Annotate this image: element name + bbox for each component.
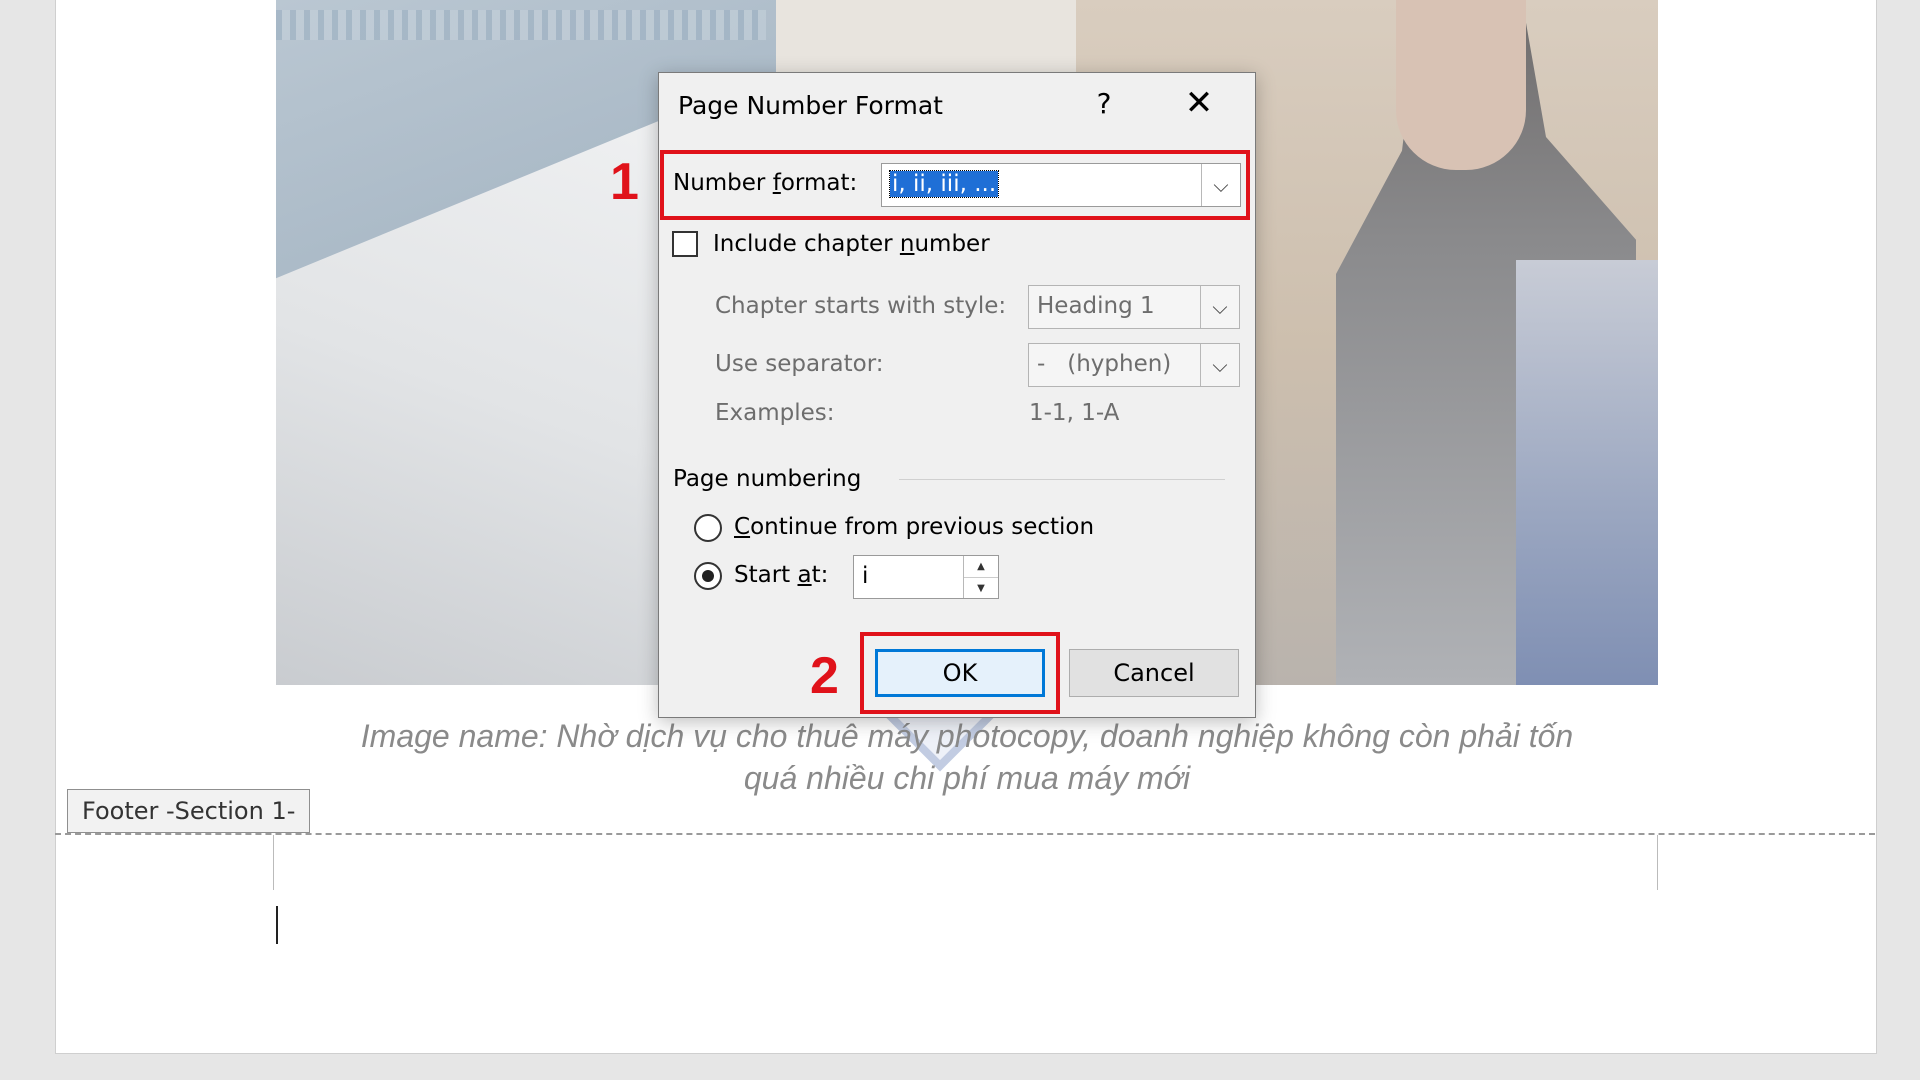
caption-line-2: quá nhiều chi phí mua máy mới [743,760,1191,796]
number-format-value-wrap: i, ii, iii, ... [888,170,1000,198]
image-caption: Image name: Nhờ dịch vụ cho thuê máy pho… [276,715,1658,799]
photo-blinds [276,10,766,40]
include-chapter-label-pre: Include chapter [713,231,900,257]
spin-down-icon[interactable]: ▼ [964,578,998,599]
include-chapter-label-post: umber [914,231,990,257]
start-at-value: i [862,563,869,589]
start-at-label-pre: Start [734,562,798,588]
ok-button[interactable]: OK [875,649,1045,697]
separator-label: Use separator: [715,351,884,377]
separator-value: - (hyphen) [1037,351,1172,377]
include-chapter-checkbox[interactable] [672,231,698,257]
dialog-title: Page Number Format [678,91,943,120]
page-numbering-heading: Page numbering [673,466,862,492]
photo-person-head [1396,0,1526,170]
number-format-label: Number format: [673,170,857,196]
number-format-label-key: f [772,170,781,196]
continue-label-key: C [734,514,751,540]
text-cursor[interactable] [276,906,278,944]
examples-value: 1-1, 1-A [1029,400,1120,426]
chevron-down-icon: ⌵ [1200,286,1239,328]
chevron-down-icon[interactable]: ⌵ [1201,164,1240,206]
number-format-value: i, ii, iii, ... [888,170,1000,198]
spinner-buttons: ▲ ▼ [963,556,998,598]
start-at-label-post: t: [811,562,829,588]
caption-line-1: Image name: Nhờ dịch vụ cho thuê máy pho… [360,718,1574,754]
continue-label-post: ontinue from previous section [750,514,1095,540]
start-at-label: Start at: [734,562,828,588]
start-at-label-key: a [797,562,812,588]
number-format-select[interactable]: i, ii, iii, ... ⌵ [881,163,1241,207]
start-at-spinner[interactable]: i ▲ ▼ [853,555,999,599]
chapter-style-label: Chapter starts with style: [715,293,1007,319]
chapter-style-select: Heading 1 ⌵ [1028,285,1240,329]
number-format-label-pre: Number [673,170,773,196]
number-format-label-post: ormat: [780,170,858,196]
start-at-radio[interactable] [694,562,722,590]
margin-mark-right [1657,835,1658,890]
close-icon[interactable]: ✕ [1177,83,1221,123]
chevron-down-icon: ⌵ [1200,344,1239,386]
footer-boundary-line [55,833,1875,835]
footer-section-tab: Footer -Section 1- [67,789,311,833]
photo-desk-items [1516,260,1658,685]
separator-select: - (hyphen) ⌵ [1028,343,1240,387]
chapter-style-value: Heading 1 [1037,293,1155,319]
page-number-format-dialog: Page Number Format ? ✕ Number format: i,… [658,72,1256,718]
examples-label: Examples: [715,400,835,426]
help-button[interactable]: ? [1084,87,1124,120]
cancel-button[interactable]: Cancel [1069,649,1239,697]
continue-from-previous-label: Continue from previous section [734,514,1094,540]
include-chapter-label-key: n [899,231,915,257]
continue-from-previous-radio[interactable] [694,514,722,542]
step-number-1: 1 [610,153,639,211]
include-chapter-label: Include chapter number [713,231,990,257]
spin-up-icon[interactable]: ▲ [964,556,998,578]
group-divider [899,479,1225,480]
margin-mark-left [273,835,274,890]
step-number-2: 2 [810,647,839,705]
